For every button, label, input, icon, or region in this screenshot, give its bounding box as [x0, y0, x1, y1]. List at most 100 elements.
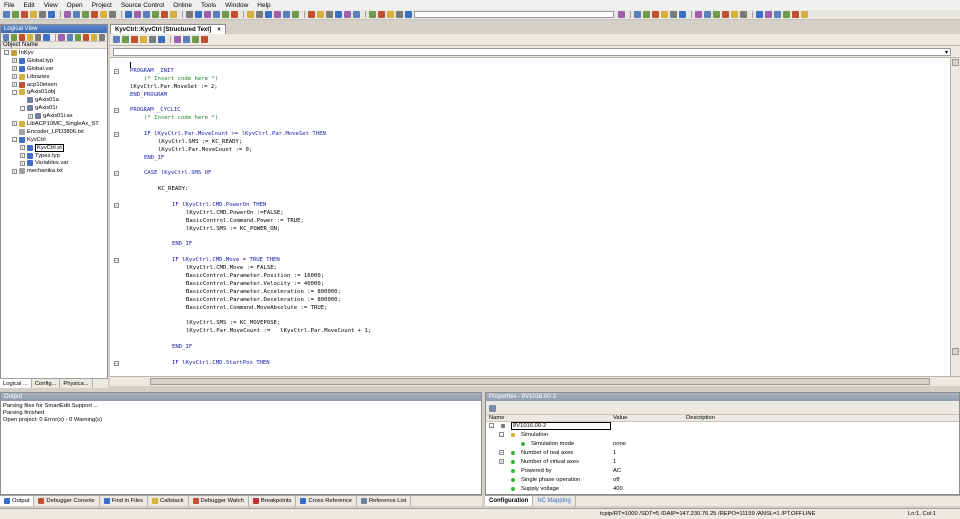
toolbar-button-icon[interactable]	[326, 11, 333, 18]
tree-item[interactable]: gAxis01a	[1, 96, 107, 104]
property-row[interactable]: - 8V1016.00-2	[486, 422, 959, 431]
tree-item[interactable]: + acp10etxen	[1, 81, 107, 89]
toolbar-button-icon[interactable]	[222, 11, 229, 18]
toolbar-button-icon[interactable]	[774, 11, 781, 18]
tab-debugger-watch[interactable]: Debugger Watch	[189, 496, 249, 506]
collapse-icon[interactable]: -	[489, 423, 494, 428]
tree-item[interactable]: + Global.var	[1, 65, 107, 73]
logical-view-toolbar-button-icon[interactable]	[27, 33, 34, 41]
property-row[interactable]: Powered by AC	[486, 467, 959, 476]
fold-toggle-icon[interactable]: −	[114, 203, 119, 209]
menu-project[interactable]: Project	[92, 2, 112, 9]
toolbar-button-icon[interactable]	[231, 11, 238, 18]
toolbar-button-icon[interactable]	[396, 11, 403, 18]
logical-view-toolbar-button-icon[interactable]	[19, 33, 26, 41]
logical-view-toolbar-button-icon[interactable]	[11, 33, 18, 41]
close-icon[interactable]: ×	[217, 27, 221, 33]
toolbar-button-icon[interactable]	[3, 11, 10, 18]
toolbar-button-icon[interactable]	[21, 11, 28, 18]
toolbar-button-icon[interactable]	[100, 11, 107, 18]
toolbar-button-icon[interactable]	[292, 11, 299, 18]
editor-toolbar-button-icon[interactable]	[113, 36, 120, 43]
pin-icon[interactable]	[489, 405, 496, 412]
toolbar-button-icon[interactable]	[213, 11, 220, 18]
menu-online[interactable]: Online	[173, 2, 192, 9]
property-row[interactable]: + Number of real axes 1	[486, 449, 959, 458]
editor-horizontal-scrollbar[interactable]	[110, 376, 960, 386]
tab-configuration[interactable]: Configuration	[485, 496, 534, 506]
menu-source-control[interactable]: Source Control	[121, 2, 164, 9]
logical-view-toolbar-button-icon[interactable]	[43, 33, 50, 41]
toolbar-button-icon[interactable]	[195, 11, 202, 18]
toolbar-button-icon[interactable]	[161, 11, 168, 18]
toolbar-button-icon[interactable]	[783, 11, 790, 18]
toolbar-button-icon[interactable]	[317, 11, 324, 18]
tree-item[interactable]: - KyvCtrl	[1, 136, 107, 144]
toolbar-button-icon[interactable]	[12, 11, 19, 18]
expand-icon[interactable]: +	[499, 459, 504, 464]
fold-toggle-icon[interactable]: −	[114, 360, 119, 366]
menu-window[interactable]: Window	[225, 2, 248, 9]
menu-help[interactable]: Help	[257, 2, 270, 9]
logical-view-toolbar-button-icon[interactable]	[58, 33, 65, 41]
editor-toolbar-button-icon[interactable]	[122, 36, 129, 43]
property-row[interactable]: Single phase operation off	[486, 476, 959, 485]
expand-icon[interactable]: +	[28, 113, 33, 119]
editor-toolbar-button-icon[interactable]	[174, 36, 181, 43]
logical-view-toolbar-button-icon[interactable]	[66, 33, 73, 41]
expand-icon[interactable]: +	[12, 168, 17, 174]
editor-vertical-scrollbar[interactable]	[950, 58, 960, 376]
logical-view-toolbar-button-icon[interactable]	[35, 33, 42, 41]
toolbar-button-icon[interactable]	[48, 11, 55, 18]
expand-icon[interactable]: +	[12, 82, 17, 87]
toolbar-button-icon[interactable]	[369, 11, 376, 18]
tab-cross-reference[interactable]: Cross Reference	[296, 496, 357, 506]
toolbar-button-icon[interactable]	[143, 11, 150, 18]
expand-icon[interactable]: +	[12, 74, 17, 80]
toolbar-button-icon[interactable]	[670, 11, 677, 18]
tab-nc-mapping[interactable]: NC Mapping	[533, 496, 576, 506]
toolbar-button-icon[interactable]	[247, 11, 254, 18]
expand-icon[interactable]: +	[12, 66, 17, 72]
fold-toggle-icon[interactable]: −	[114, 108, 119, 114]
code-editor[interactable]: PROGRAM _INIT − (* Insert code here *) lKyv…	[110, 58, 950, 376]
menu-view[interactable]: View	[44, 2, 58, 9]
toolbar-button-icon[interactable]	[387, 11, 394, 18]
symbol-dropdown[interactable]: ▾	[113, 48, 951, 56]
toolbar-button-icon[interactable]	[134, 11, 141, 18]
expand-icon[interactable]: +	[20, 145, 25, 151]
editor-toolbar-button-icon[interactable]	[183, 36, 190, 43]
toolbar-button-icon[interactable]	[792, 11, 799, 18]
tree-item[interactable]: + mechanika.txt	[1, 167, 107, 175]
expand-icon[interactable]: +	[12, 58, 17, 64]
tree-item[interactable]: + Libraries	[1, 73, 107, 81]
toolbar-button-icon[interactable]	[170, 11, 177, 18]
toolbar-button-icon[interactable]	[335, 11, 342, 18]
tree-item[interactable]: + KyvCtrl.st	[1, 143, 107, 152]
tab-debugger-console[interactable]: Debugger Console	[34, 496, 100, 506]
toolbar-button-icon[interactable]	[125, 11, 132, 18]
toolbar-button-icon[interactable]	[661, 11, 668, 18]
editor-toolbar-button-icon[interactable]	[131, 36, 138, 43]
toolbar-button-icon[interactable]	[713, 11, 720, 18]
toolbar-button-icon[interactable]	[283, 11, 290, 18]
editor-toolbar-button-icon[interactable]	[158, 36, 165, 43]
toolbar-button-icon[interactable]	[308, 11, 315, 18]
toolbar-button-icon[interactable]	[39, 11, 46, 18]
toolbar-button-icon[interactable]	[30, 11, 37, 18]
toolbar-button-icon[interactable]	[652, 11, 659, 18]
property-row[interactable]: Supply voltage 400	[486, 485, 959, 494]
toolbar-button-icon[interactable]	[740, 11, 747, 18]
tree-item[interactable]: + Variables.var	[1, 159, 107, 167]
expand-icon[interactable]: +	[20, 160, 25, 166]
scroll-up-icon[interactable]	[952, 59, 959, 66]
toolbar-button-icon[interactable]	[679, 11, 686, 18]
expand-icon[interactable]: +	[499, 450, 504, 455]
toolbar-button-icon[interactable]	[731, 11, 738, 18]
fold-toggle-icon[interactable]: −	[114, 68, 119, 74]
toolbar-button-icon[interactable]	[801, 11, 808, 18]
toolbar-button-icon[interactable]	[756, 11, 763, 18]
tab-reference-list[interactable]: Reference List	[357, 496, 412, 506]
fold-toggle-icon[interactable]: −	[114, 258, 119, 264]
editor-toolbar-button-icon[interactable]	[192, 36, 199, 43]
